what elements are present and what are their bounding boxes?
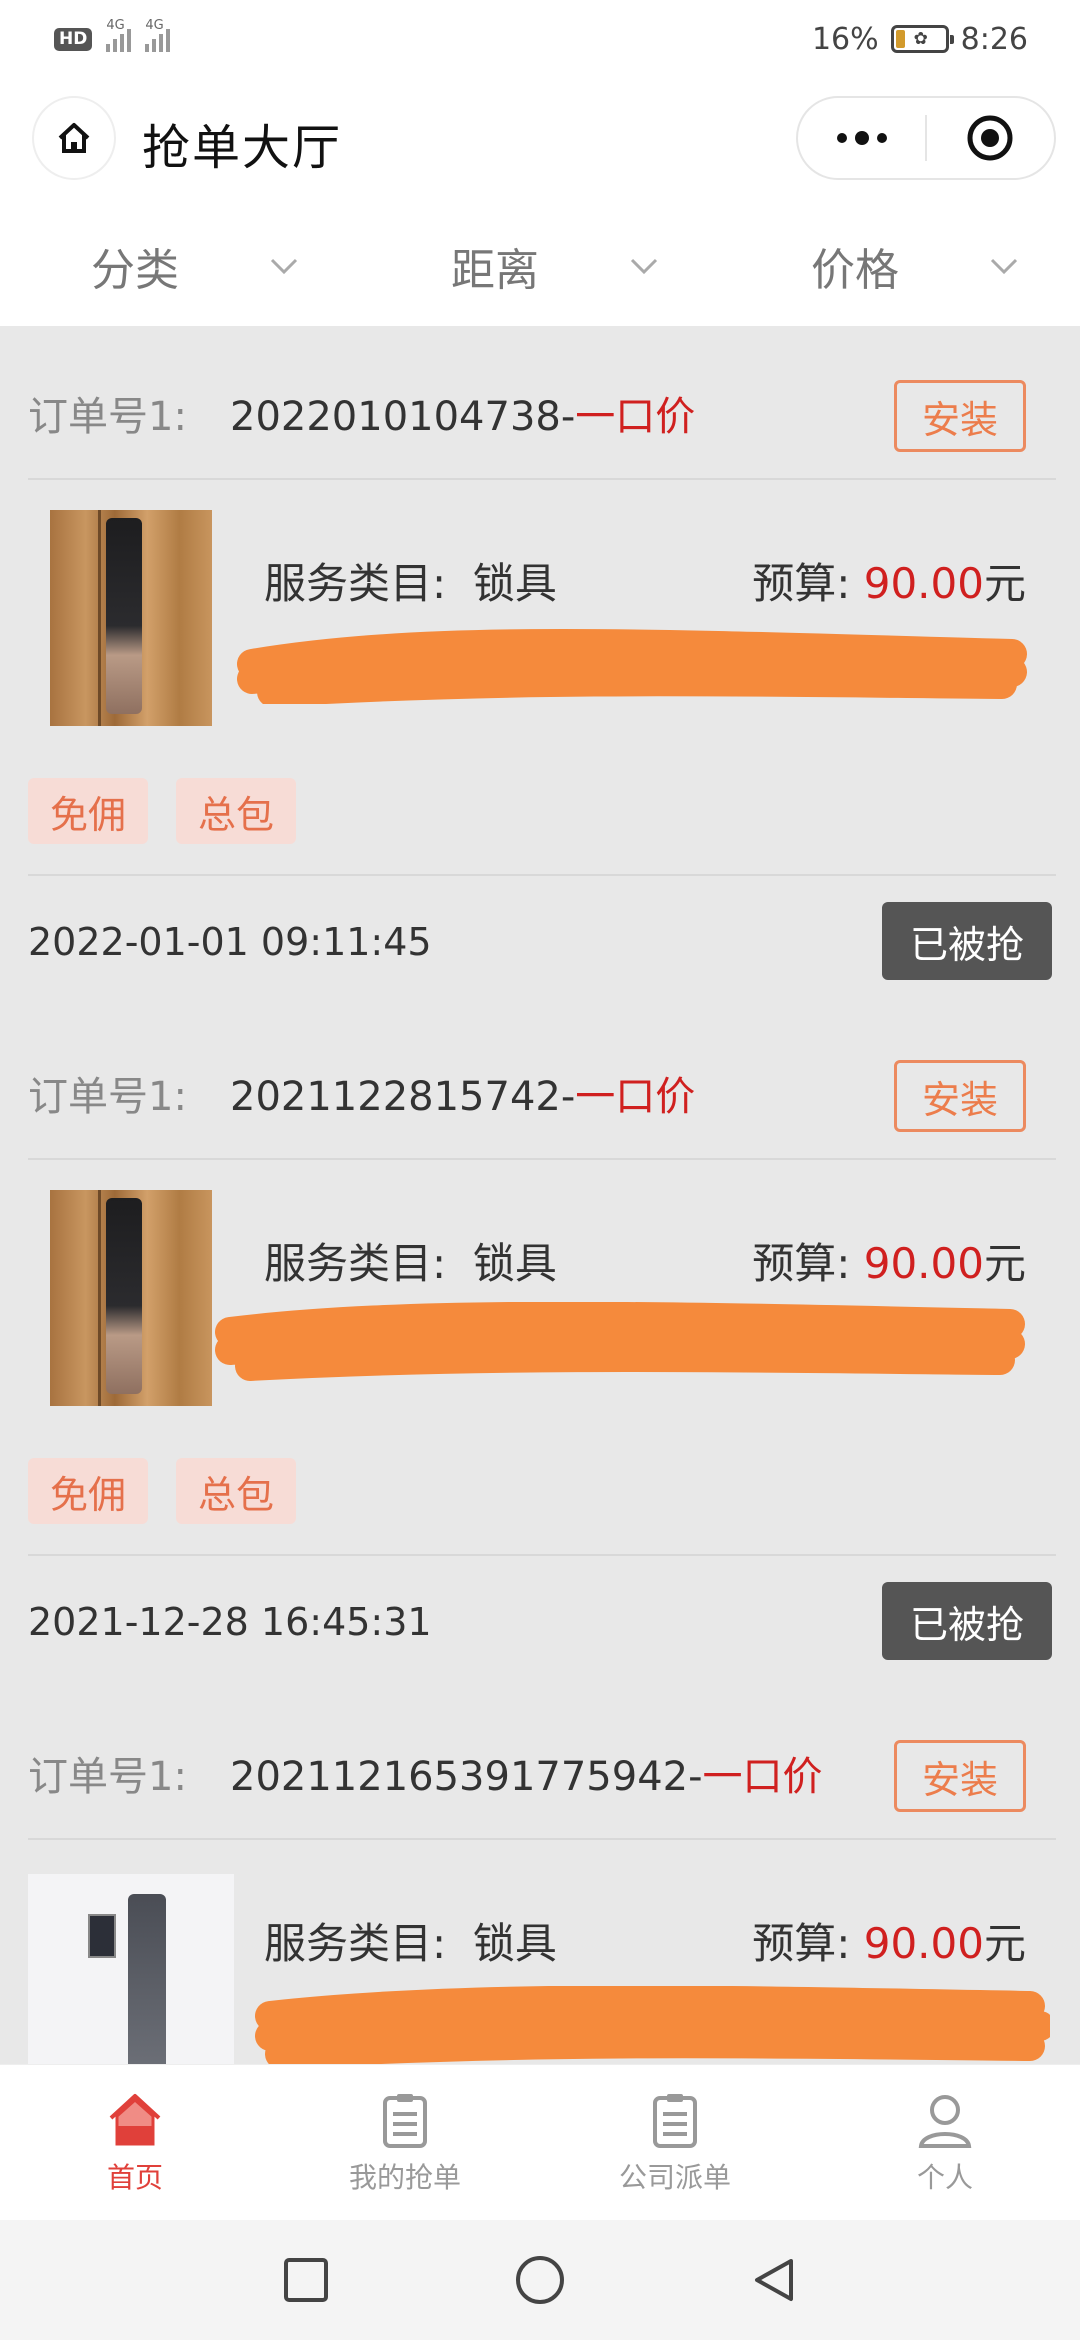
install-button[interactable]: 安装	[894, 1060, 1026, 1132]
system-navigation-bar	[0, 2220, 1080, 2340]
filter-category[interactable]: 分类	[0, 206, 360, 326]
tab-company-dispatch-label: 公司派单	[618, 2160, 731, 2194]
filter-price-label: 价格	[811, 245, 899, 296]
clipboard-icon	[383, 2093, 427, 2148]
app-header: 抢单大厅	[0, 78, 1080, 206]
service-category: 服务类目: 锁具	[264, 1239, 557, 1288]
budget: 预算: 90.00元	[752, 1919, 1026, 1968]
service-category: 服务类目: 锁具	[264, 559, 557, 608]
recents-square-icon[interactable]	[281, 2255, 331, 2305]
order-tags: 免佣 总包	[28, 778, 297, 844]
tag-commission-free: 免佣	[28, 1458, 149, 1524]
filter-distance[interactable]: 距离	[360, 206, 720, 326]
order-card[interactable]: 订单号1: 2021122815742-一口价 安装 服务类目: 锁具 预算: …	[0, 1034, 1080, 1684]
redacted-address	[215, 1302, 1025, 1381]
install-button[interactable]: 安装	[894, 380, 1026, 452]
order-tags: 免佣 总包	[28, 1458, 297, 1524]
budget: 预算: 90.00元	[752, 559, 1026, 608]
close-miniprogram-button[interactable]	[927, 98, 1054, 178]
miniprogram-capsule	[796, 96, 1056, 180]
status-right: 16% ✿ 8:26	[812, 22, 1028, 57]
home-circle-icon[interactable]	[513, 2253, 567, 2307]
tab-my-orders[interactable]: 我的抢单	[270, 2065, 540, 2220]
more-dots-icon	[836, 131, 887, 145]
lock-product-image	[28, 1874, 234, 2064]
service-category: 服务类目: 锁具	[264, 1919, 557, 1968]
redacted-address	[237, 629, 1027, 704]
order-time: 2022-01-01 09:11:45	[28, 920, 432, 964]
filter-price[interactable]: 价格	[720, 206, 1080, 326]
back-triangle-icon[interactable]	[749, 2255, 799, 2305]
home-button[interactable]	[32, 96, 116, 180]
lock-product-image	[50, 510, 212, 726]
order-card[interactable]: 订单号1: 2022010104738-一口价 安装 服务类目: 锁具 预算: …	[0, 354, 1080, 1004]
person-icon	[918, 2094, 972, 2148]
order-header: 订单号1: 2022010104738-一口价 安装	[0, 354, 1080, 478]
budget: 预算: 90.00元	[752, 1239, 1026, 1288]
page-title: 抢单大厅	[142, 120, 343, 176]
filter-category-label: 分类	[91, 245, 179, 296]
price-type: 一口价	[575, 394, 696, 440]
lock-product-image	[50, 1190, 212, 1406]
chevron-down-icon	[630, 258, 658, 275]
signal-icon-2: 4G	[145, 18, 171, 52]
order-header: 订单号1: 202112165391775942-一口价 安装	[0, 1714, 1080, 1838]
order-number: 2021122815742-一口价	[230, 1074, 696, 1120]
order-number-label: 订单号1:	[28, 394, 187, 440]
redacted-address	[255, 1986, 1050, 2064]
filter-distance-label: 距离	[451, 245, 539, 296]
price-type: 一口价	[702, 1754, 823, 1800]
more-button[interactable]	[798, 98, 925, 178]
signal-icon: 4G	[106, 18, 132, 52]
tab-profile[interactable]: 个人	[810, 2065, 1080, 2220]
home-icon	[58, 123, 90, 153]
home-icon	[109, 2093, 161, 2145]
install-button[interactable]: 安装	[894, 1740, 1026, 1812]
tab-home-label: 首页	[106, 2160, 163, 2194]
tag-general-contract: 总包	[176, 778, 297, 844]
status-indicators: HD 4G 4G	[54, 18, 171, 52]
clock: 8:26	[960, 21, 1028, 57]
tab-my-orders-label: 我的抢单	[348, 2160, 461, 2194]
battery-icon: ✿	[890, 25, 954, 53]
order-number: 2022010104738-一口价	[230, 394, 696, 440]
order-number-label: 订单号1:	[28, 1074, 187, 1120]
chevron-down-icon	[990, 258, 1018, 275]
filter-bar: 分类 距离 价格	[0, 206, 1080, 326]
bottom-tab-bar: 首页 我的抢单 公司派单 个人	[0, 2064, 1080, 2220]
target-icon	[967, 115, 1013, 161]
tab-profile-label: 个人	[916, 2160, 973, 2194]
status-bar: HD 4G 4G 16% ✿ 8:26	[0, 0, 1080, 78]
order-time: 2021-12-28 16:45:31	[28, 1600, 432, 1644]
tab-company-dispatch[interactable]: 公司派单	[540, 2065, 810, 2220]
battery-percent: 16%	[811, 21, 879, 57]
clipboard-icon	[653, 2093, 697, 2148]
order-number: 202112165391775942-一口价	[230, 1754, 823, 1800]
tag-commission-free: 免佣	[28, 778, 149, 844]
order-card[interactable]: 订单号1: 202112165391775942-一口价 安装 服务类目: 锁具…	[0, 1714, 1080, 2064]
grabbed-status-button[interactable]: 已被抢	[882, 1582, 1052, 1660]
hd-badge: HD	[54, 27, 93, 51]
chevron-down-icon	[270, 258, 298, 275]
grabbed-status-button[interactable]: 已被抢	[882, 902, 1052, 980]
tab-home[interactable]: 首页	[0, 2065, 270, 2220]
tag-general-contract: 总包	[176, 1458, 297, 1524]
price-type: 一口价	[575, 1074, 696, 1120]
order-number-label: 订单号1:	[28, 1754, 187, 1800]
order-header: 订单号1: 2021122815742-一口价 安装	[0, 1034, 1080, 1158]
